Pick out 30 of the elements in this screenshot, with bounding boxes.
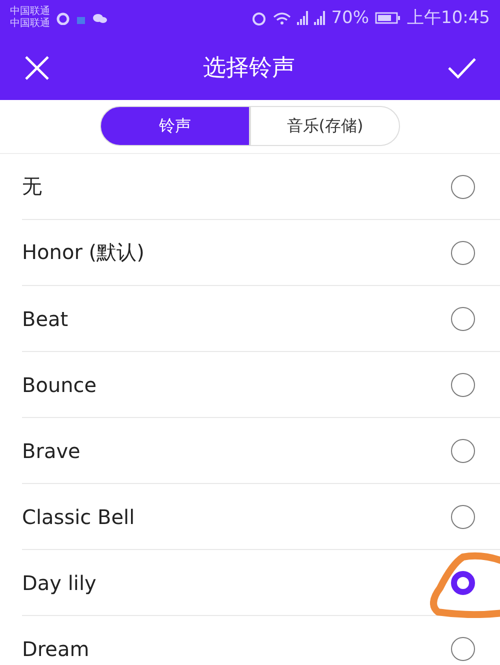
battery-percent: 70% (331, 8, 369, 28)
chat-icon (92, 12, 108, 24)
radio-button[interactable] (451, 372, 475, 396)
ringtone-name: Bounce (22, 372, 97, 396)
close-icon[interactable] (24, 54, 50, 80)
ringtone-name: 无 (22, 173, 42, 200)
ringtone-name: Dream (22, 636, 90, 660)
radio-button[interactable] (451, 438, 475, 462)
ringtone-name: Beat (22, 306, 68, 330)
radio-button[interactable] (451, 504, 475, 528)
screen-title: 选择铃声 (203, 54, 295, 83)
signal-icon (314, 10, 326, 24)
battery-icon (375, 10, 401, 24)
ringtone-name: Brave (22, 438, 80, 462)
ringtone-name: Day lily (22, 570, 96, 594)
wifi-icon (273, 10, 292, 24)
radio-button[interactable] (451, 636, 475, 660)
carrier-name: 中国联通 (10, 18, 50, 30)
radio-button[interactable] (451, 240, 475, 264)
ringtone-name: Honor (默认) (22, 239, 144, 266)
checkmark-icon[interactable] (448, 56, 476, 78)
category-tab[interactable]: 音乐(存储) (250, 106, 400, 146)
carrier-name: 中国联通 (10, 6, 50, 18)
radio-button[interactable] (451, 570, 475, 594)
clock-time: 上午10:45 (407, 7, 490, 29)
radio-button[interactable] (451, 174, 475, 198)
radio-button[interactable] (451, 306, 475, 330)
signal-icon (297, 10, 308, 24)
category-tab[interactable]: 铃声 (100, 106, 250, 146)
ringtone-name: Classic Bell (22, 504, 135, 528)
